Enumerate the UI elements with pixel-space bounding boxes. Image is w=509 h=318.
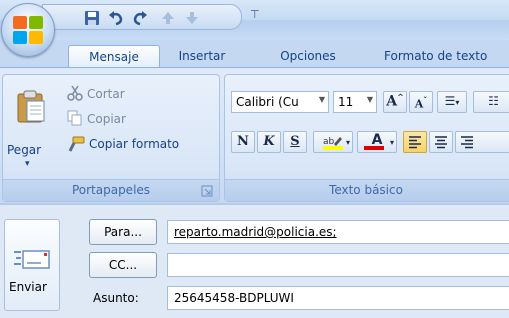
align-left-icon xyxy=(409,136,421,149)
office-logo-icon xyxy=(13,16,43,44)
send-envelope-icon xyxy=(14,250,50,269)
format-painter-button[interactable]: Copiar formato xyxy=(89,137,179,151)
arrow-down-icon[interactable] xyxy=(183,9,201,27)
redo-icon[interactable] xyxy=(131,9,149,27)
underline-button[interactable]: S xyxy=(283,131,307,153)
cc-field[interactable] xyxy=(167,253,509,277)
send-button[interactable]: Enviar xyxy=(4,219,60,311)
copy-button[interactable]: Copiar xyxy=(87,112,126,126)
title-bar: ⊤ xyxy=(0,0,509,40)
cut-button[interactable]: Cortar xyxy=(87,87,125,101)
font-name-combo[interactable]: Calibri (Cu ▼ xyxy=(231,91,329,113)
align-left-button[interactable] xyxy=(403,131,427,153)
align-right-button[interactable] xyxy=(455,131,509,153)
tab-opciones[interactable]: Opciones xyxy=(272,45,344,68)
font-color-button[interactable]: A ▾ xyxy=(357,131,397,153)
font-size-value: 11 xyxy=(338,95,354,109)
to-button[interactable]: Para... xyxy=(89,219,157,245)
send-label: Enviar xyxy=(9,280,47,294)
svg-text:ab: ab xyxy=(323,137,335,147)
align-right-icon xyxy=(461,136,473,149)
customize-qat-icon[interactable]: ⊤ xyxy=(250,8,260,21)
cc-button[interactable]: CC... xyxy=(89,252,157,278)
bullets-button[interactable]: ☰▾ xyxy=(437,91,467,113)
chevron-down-icon: ▼ xyxy=(366,95,373,104)
tab-formato-de-texto[interactable]: Formato de texto xyxy=(384,45,509,68)
scissors-icon xyxy=(67,85,83,101)
shrink-font-button[interactable]: Aˇ xyxy=(409,91,433,113)
italic-button[interactable]: K xyxy=(257,131,281,153)
quick-access-toolbar xyxy=(42,4,242,30)
undo-icon[interactable] xyxy=(107,9,125,27)
ribbon: Pegar ▾ Cortar Copiar Copiar formato Por… xyxy=(0,67,509,203)
clipboard-group-label: Portapapeles xyxy=(3,179,219,201)
office-button[interactable] xyxy=(1,3,55,57)
basic-text-group-label: Texto básico xyxy=(225,179,509,201)
save-icon[interactable] xyxy=(83,9,101,27)
format-painter-icon xyxy=(68,136,85,152)
paste-icon[interactable] xyxy=(15,89,47,125)
basic-text-group: Calibri (Cu ▼ 11 ▼ A^ Aˇ ☰▾ ☷ N K S ab ▾… xyxy=(224,74,509,202)
copy-icon xyxy=(67,110,82,126)
grow-font-button[interactable]: A^ xyxy=(383,91,407,113)
arrow-up-icon[interactable] xyxy=(159,9,177,27)
bullet-list-icon: ☰ xyxy=(444,94,456,108)
tab-insertar[interactable]: Insertar xyxy=(172,45,232,68)
clipboard-launcher-icon[interactable] xyxy=(201,185,213,197)
to-recipient[interactable]: reparto.madrid@policia.es; xyxy=(174,225,337,239)
tab-mensaje[interactable]: Mensaje xyxy=(68,45,160,68)
message-header: Enviar Para... reparto.madrid@policia.es… xyxy=(0,203,509,318)
highlighter-icon: ab xyxy=(323,137,343,150)
bold-button[interactable]: N xyxy=(231,131,255,153)
font-size-combo[interactable]: 11 ▼ xyxy=(333,91,377,113)
paste-button[interactable]: Pegar xyxy=(7,143,41,157)
numbered-list-icon: ☷ xyxy=(488,94,499,108)
paste-dropdown-icon[interactable]: ▾ xyxy=(25,159,30,169)
subject-field[interactable]: 25645458-BDPLUWI xyxy=(167,286,509,310)
align-center-button[interactable] xyxy=(429,131,453,153)
to-field[interactable]: reparto.madrid@policia.es; xyxy=(167,220,509,244)
clipboard-group: Pegar ▾ Cortar Copiar Copiar formato Por… xyxy=(2,74,220,202)
font-name-value: Calibri (Cu xyxy=(236,95,299,109)
numbering-button[interactable]: ☷ xyxy=(473,91,509,113)
ribbon-tabs: Mensaje Insertar Opciones Formato de tex… xyxy=(0,40,509,68)
subject-label: Asunto: xyxy=(93,291,139,305)
chevron-down-icon: ▼ xyxy=(318,95,325,104)
align-center-icon xyxy=(435,136,447,149)
highlight-button[interactable]: ab ▾ xyxy=(313,131,353,153)
